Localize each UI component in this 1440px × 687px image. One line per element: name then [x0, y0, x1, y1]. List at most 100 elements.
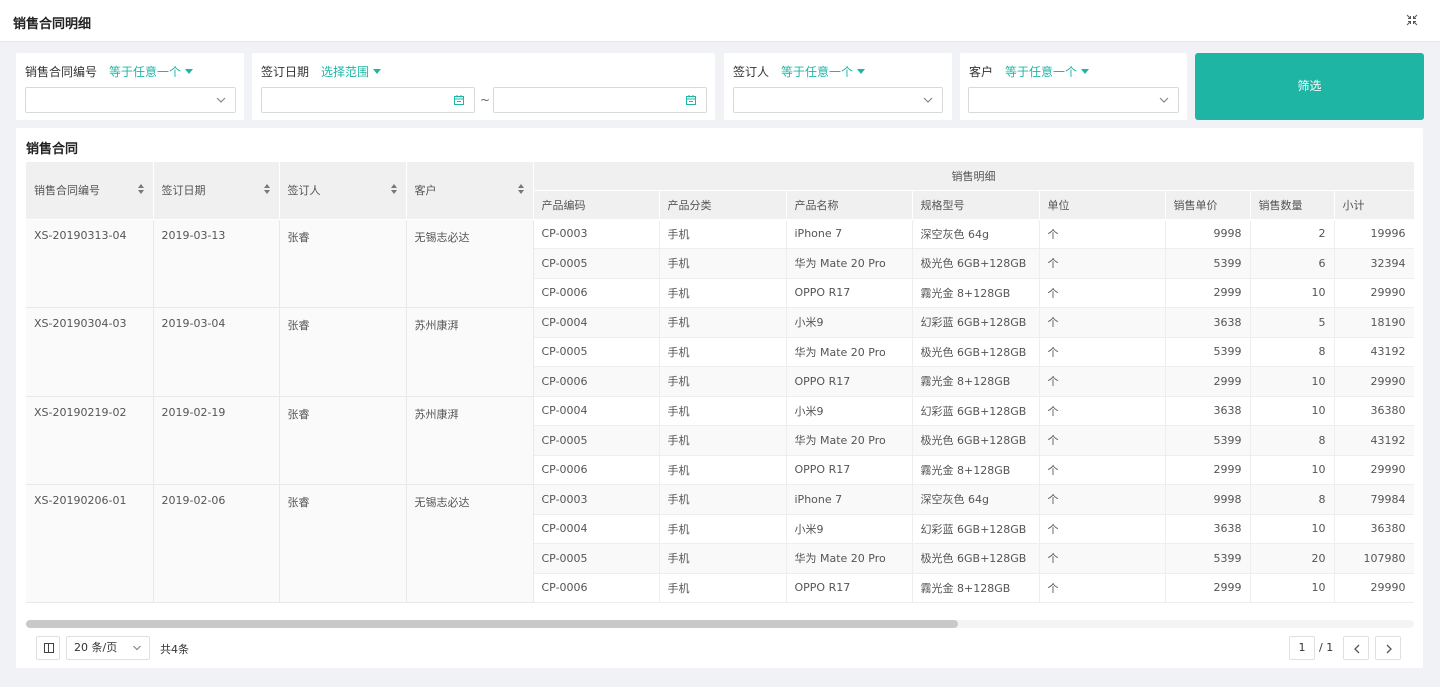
- qty-cell: 10: [1250, 396, 1335, 426]
- date-cell: 2019-02-19: [153, 396, 280, 485]
- qty-cell: 20: [1250, 543, 1335, 574]
- price-cell: 5399: [1165, 248, 1251, 279]
- filter-operator-dropdown[interactable]: 选择范围: [321, 63, 382, 80]
- date-cell: 2019-03-04: [153, 307, 280, 397]
- price-cell: 5399: [1165, 543, 1251, 574]
- qty-cell: 8: [1250, 425, 1335, 456]
- chevron-down-icon: [133, 645, 141, 651]
- contract-table: 销售合同编号 签订日期 签订人 客户 销售明细 产品编码 产品分类 产品名称 规…: [26, 162, 1414, 604]
- signer-select[interactable]: [733, 87, 943, 113]
- qty-cell: 2: [1250, 219, 1335, 249]
- unit-cell: 个: [1039, 248, 1166, 279]
- table-row[interactable]: XS-20190313-04 2019-03-13 张睿 无锡志必达 CP-0003 手机…: [26, 219, 1414, 308]
- subtotal-cell: 36380: [1334, 396, 1414, 426]
- sort-icon[interactable]: [137, 183, 145, 195]
- card-title: 销售合同: [26, 142, 79, 157]
- scrollbar-thumb[interactable]: [26, 620, 958, 628]
- sort-icon[interactable]: [390, 183, 398, 195]
- filter-operator-dropdown[interactable]: 等于任意一个: [1005, 63, 1090, 80]
- price-cell: 3638: [1165, 307, 1251, 338]
- filter-date-range: 签订日期 选择范围 ~: [252, 53, 715, 120]
- spec-cell: 深空灰色 64g: [912, 484, 1040, 515]
- product-name-cell: 华为 Mate 20 Pro: [786, 248, 913, 279]
- category-cell: 手机: [659, 425, 787, 456]
- filter-operator-dropdown[interactable]: 等于任意一个: [781, 63, 866, 80]
- price-cell: 2999: [1165, 366, 1251, 397]
- contract-no-cell: XS-20190219-02: [26, 396, 154, 485]
- page-number-input[interactable]: 1: [1289, 636, 1315, 660]
- column-header-qty[interactable]: 销售数量: [1250, 190, 1335, 220]
- category-cell: 手机: [659, 219, 787, 249]
- qty-cell: 6: [1250, 248, 1335, 279]
- signer-cell: 张睿: [279, 484, 407, 603]
- product-name-cell: iPhone 7: [786, 484, 913, 515]
- column-header-contract-no[interactable]: 销售合同编号: [26, 162, 154, 220]
- table-row[interactable]: XS-20190219-02 2019-02-19 张睿 苏州康湃 CP-0004 手机小…: [26, 396, 1414, 485]
- unit-cell: 个: [1039, 396, 1166, 426]
- column-settings-button[interactable]: [36, 636, 60, 660]
- price-cell: 2999: [1165, 573, 1251, 603]
- customer-select[interactable]: [968, 87, 1179, 113]
- chevron-left-icon: [1354, 644, 1360, 654]
- subtotal-cell: 43192: [1334, 425, 1414, 456]
- spec-cell: 霧光金 8+128GB: [912, 278, 1040, 308]
- column-header-product-name[interactable]: 产品名称: [786, 190, 913, 220]
- chevron-down-icon: [1159, 97, 1169, 103]
- table-row[interactable]: XS-20190206-01 2019-02-06 张睿 无锡志必达 CP-0003 手机…: [26, 484, 1414, 603]
- next-page-button[interactable]: [1375, 636, 1401, 660]
- chevron-right-icon: [1386, 644, 1392, 654]
- horizontal-scrollbar[interactable]: [26, 620, 1414, 628]
- category-cell: 手机: [659, 278, 787, 308]
- table-row[interactable]: XS-20190304-03 2019-03-04 张睿 苏州康湃 CP-0004 手机小…: [26, 307, 1414, 397]
- category-cell: 手机: [659, 366, 787, 397]
- price-cell: 9998: [1165, 219, 1251, 249]
- contract-no-select[interactable]: [25, 87, 236, 113]
- filter-operator-dropdown[interactable]: 等于任意一个: [109, 63, 194, 80]
- qty-cell: 10: [1250, 366, 1335, 397]
- unit-cell: 个: [1039, 307, 1166, 338]
- caret-down-icon: [1081, 69, 1090, 74]
- column-header-signer[interactable]: 签订人: [279, 162, 407, 220]
- column-header-category[interactable]: 产品分类: [659, 190, 787, 220]
- column-header-customer[interactable]: 客户: [406, 162, 534, 220]
- price-cell: 9998: [1165, 484, 1251, 515]
- date-start-input[interactable]: [261, 87, 475, 113]
- collapse-icon[interactable]: [1406, 14, 1418, 26]
- unit-cell: 个: [1039, 543, 1166, 574]
- product-name-cell: 华为 Mate 20 Pro: [786, 425, 913, 456]
- customer-cell: 无锡志必达: [406, 219, 534, 308]
- sort-icon[interactable]: [517, 183, 525, 195]
- sort-icon[interactable]: [263, 183, 271, 195]
- filter-submit-button[interactable]: 筛选: [1195, 53, 1424, 120]
- product-code-cell: CP-0004: [533, 396, 660, 426]
- subtotal-cell: 79984: [1334, 484, 1414, 515]
- unit-cell: 个: [1039, 455, 1166, 485]
- filter-label: 客户: [969, 65, 994, 79]
- customer-cell: 无锡志必达: [406, 484, 534, 603]
- signer-cell: 张睿: [279, 396, 407, 485]
- qty-cell: 10: [1250, 278, 1335, 308]
- product-code-cell: CP-0003: [533, 484, 660, 515]
- date-end-input[interactable]: [493, 87, 707, 113]
- spec-cell: 幻彩蓝 6GB+128GB: [912, 307, 1040, 338]
- customer-cell: 苏州康湃: [406, 307, 534, 397]
- column-header-unit[interactable]: 单位: [1039, 190, 1166, 220]
- page-size-select[interactable]: 20 条/页: [66, 636, 150, 660]
- column-header-subtotal[interactable]: 小计: [1334, 190, 1414, 220]
- subtotal-cell: 18190: [1334, 307, 1414, 338]
- spec-cell: 深空灰色 64g: [912, 219, 1040, 249]
- pagination-right: 1 / 1: [1289, 636, 1409, 660]
- subtotal-cell: 107980: [1334, 543, 1414, 574]
- prev-page-button[interactable]: [1343, 636, 1369, 660]
- column-header-spec[interactable]: 规格型号: [912, 190, 1040, 220]
- product-code-cell: CP-0005: [533, 248, 660, 279]
- product-name-cell: 小米9: [786, 307, 913, 338]
- chevron-down-icon: [216, 97, 226, 103]
- caret-down-icon: [857, 69, 866, 74]
- column-header-product-code[interactable]: 产品编码: [533, 190, 660, 220]
- column-header-date[interactable]: 签订日期: [153, 162, 280, 220]
- date-range-separator: ~: [480, 93, 491, 107]
- column-header-price[interactable]: 销售单价: [1165, 190, 1251, 220]
- page-total: / 1: [1319, 641, 1334, 654]
- qty-cell: 8: [1250, 337, 1335, 367]
